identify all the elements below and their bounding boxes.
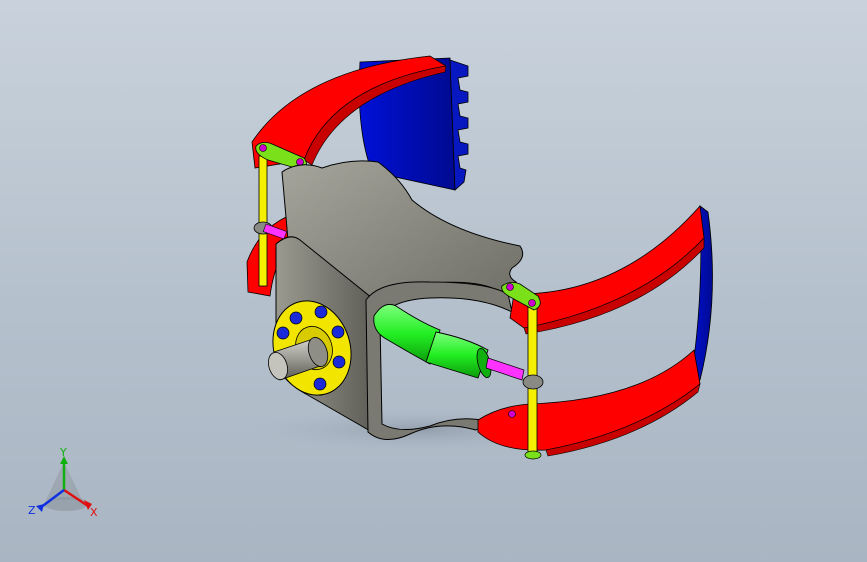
hydraulic-cylinder[interactable] (373, 303, 525, 381)
triad-z-label: Z (28, 504, 36, 517)
triad-y-label: Y (59, 448, 67, 459)
flange-bolt (313, 377, 327, 391)
right-pin-base (524, 450, 542, 460)
right-pin-collar (522, 374, 544, 390)
triad-graphic: Y X Z (28, 446, 98, 519)
cad-model[interactable] (0, 0, 867, 562)
main-frame[interactable] (275, 160, 524, 440)
axis-triad: Y X Z (22, 446, 112, 528)
front-jaw-arm-lower[interactable] (477, 349, 701, 451)
flange-bolt (331, 325, 345, 339)
graphics-viewport[interactable]: Y X Z (0, 0, 867, 562)
front-jaw[interactable] (477, 205, 713, 457)
front-jaw-lower-hole (508, 410, 516, 418)
flange-bolt (332, 355, 346, 369)
flange-bolt (314, 305, 328, 319)
flange-bolt (276, 326, 290, 340)
right-link-hole-a (506, 283, 514, 291)
cylinder-piston-rod[interactable] (485, 357, 525, 381)
triad-x-label: X (90, 506, 98, 519)
triad-z-arrow (36, 504, 44, 512)
left-vertical-pin[interactable] (258, 155, 268, 287)
right-link-hole-b (528, 299, 536, 307)
left-link-hole-a (259, 144, 267, 152)
flange-bolt (289, 311, 303, 325)
